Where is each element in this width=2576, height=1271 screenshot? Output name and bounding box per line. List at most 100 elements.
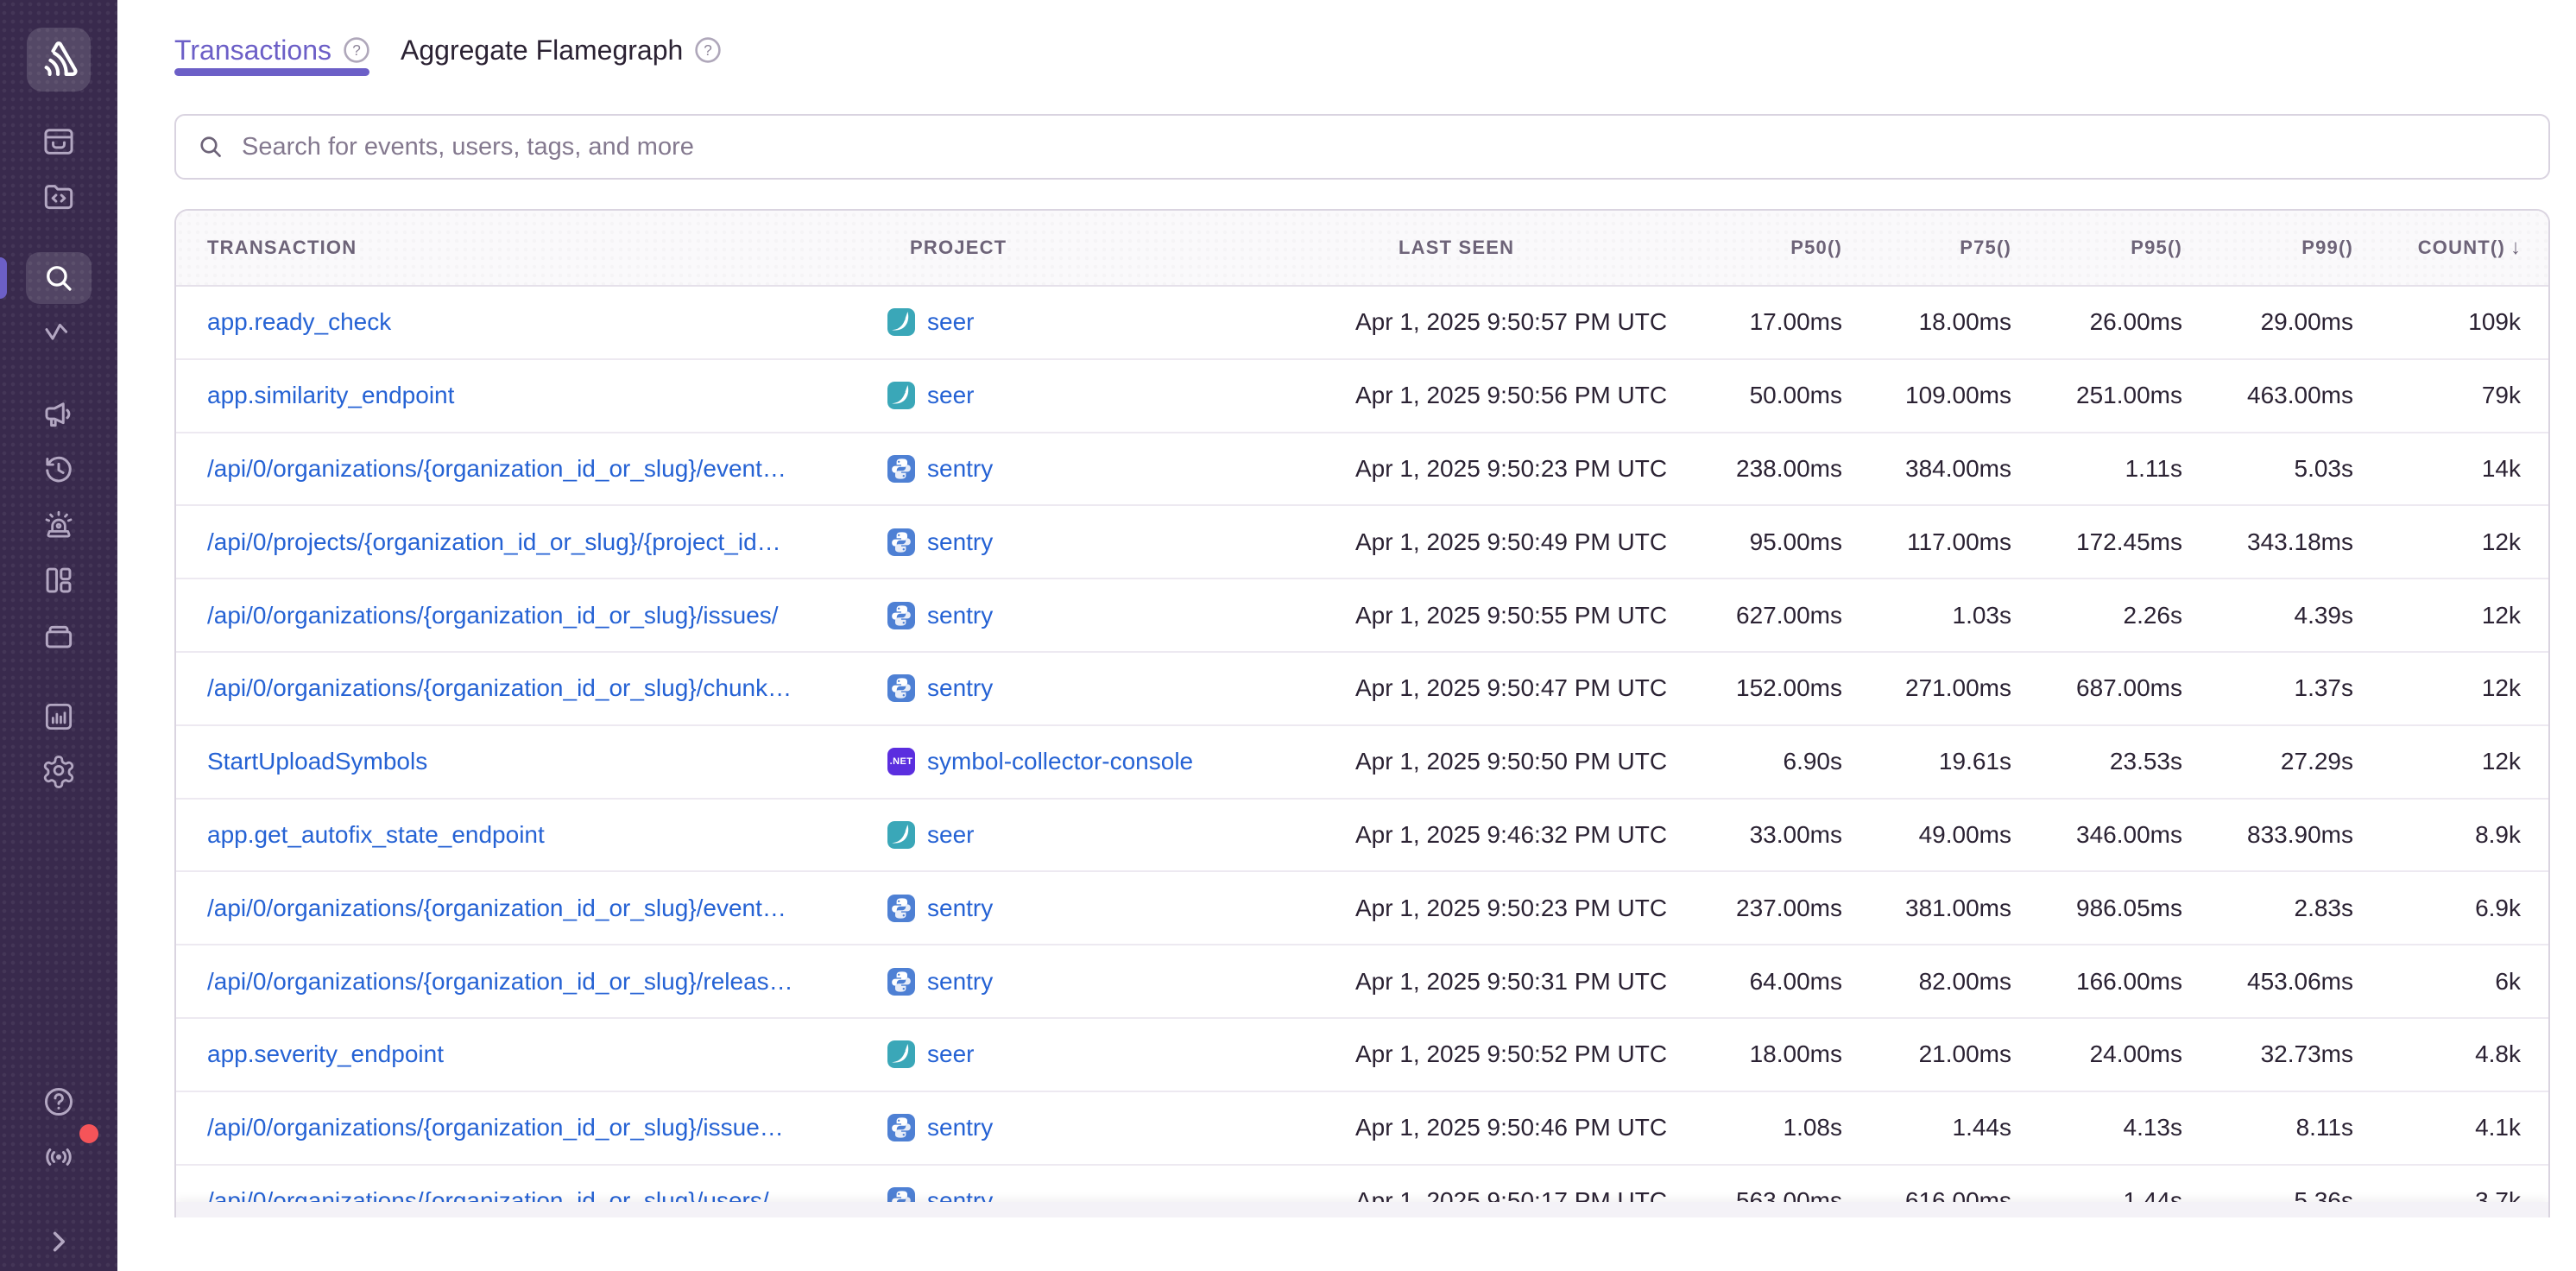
project-link[interactable]: symbol-collector-console xyxy=(927,748,1193,775)
p50-value: 627.00ms xyxy=(1721,602,1891,629)
column-header-project[interactable]: PROJECT xyxy=(881,237,1304,259)
p50-value: 33.00ms xyxy=(1721,821,1891,849)
sidebar-item-settings[interactable] xyxy=(26,746,92,798)
project-link[interactable]: sentry xyxy=(927,674,993,702)
sidebar-item-metrics[interactable] xyxy=(26,307,92,359)
column-header-p75[interactable]: P75() xyxy=(1891,237,2060,259)
project-link[interactable]: sentry xyxy=(927,895,993,922)
project-link[interactable]: seer xyxy=(927,308,974,336)
transaction-link[interactable]: app.severity_endpoint xyxy=(207,1040,444,1067)
table-row[interactable]: /api/0/organizations/{organization_id_or… xyxy=(176,872,2548,945)
sidebar-item-alerts[interactable] xyxy=(26,499,92,551)
p95-value: 172.45ms xyxy=(2060,528,2231,556)
transaction-link[interactable]: app.similarity_endpoint xyxy=(207,382,454,408)
project-link[interactable]: sentry xyxy=(927,968,993,996)
project-link[interactable]: sentry xyxy=(927,1114,993,1141)
transaction-link[interactable]: app.ready_check xyxy=(207,308,391,335)
transaction-link[interactable]: /api/0/projects/{organization_id_or_slug… xyxy=(207,528,781,555)
transaction-link[interactable]: /api/0/organizations/{organization_id_or… xyxy=(207,674,792,701)
p95-value: 166.00ms xyxy=(2060,968,2231,996)
org-logo-button[interactable] xyxy=(27,28,91,92)
active-tab-underline xyxy=(174,68,369,76)
code-folder-icon xyxy=(41,179,77,215)
tab-transactions[interactable]: Transactions ? xyxy=(174,24,369,76)
sidebar-item-replays[interactable] xyxy=(26,444,92,496)
p50-value: 17.00ms xyxy=(1721,308,1891,336)
column-header-p95[interactable]: P95() xyxy=(2060,237,2231,259)
transaction-link[interactable]: StartUploadSymbols xyxy=(207,748,427,775)
transaction-link[interactable]: /api/0/organizations/{organization_id_or… xyxy=(207,1114,784,1141)
help-icon[interactable]: ? xyxy=(344,37,369,63)
p75-value: 1.44s xyxy=(1891,1114,2060,1141)
sidebar-item-dashboards[interactable] xyxy=(26,554,92,606)
sidebar xyxy=(0,0,117,1271)
project-platform-icon xyxy=(887,382,915,409)
project-link[interactable]: sentry xyxy=(927,602,993,629)
table-row[interactable]: /api/0/projects/{organization_id_or_slug… xyxy=(176,506,2548,579)
p95-value: 251.00ms xyxy=(2060,382,2231,409)
search-input[interactable] xyxy=(224,116,2548,178)
p75-value: 21.00ms xyxy=(1891,1040,2060,1068)
p50-value: 64.00ms xyxy=(1721,968,1891,996)
main-content: Transactions ? Aggregate Flamegraph ? xyxy=(117,0,2576,1271)
table-row[interactable]: /api/0/organizations/{organization_id_or… xyxy=(176,433,2548,507)
sidebar-collapse-button[interactable] xyxy=(26,1216,92,1268)
transaction-link[interactable]: app.get_autofix_state_endpoint xyxy=(207,821,545,848)
p99-value: 5.03s xyxy=(2231,455,2402,483)
project-link[interactable]: seer xyxy=(927,1040,974,1068)
sidebar-item-whats-new[interactable] xyxy=(26,1131,92,1183)
project-link[interactable]: seer xyxy=(927,382,974,409)
help-icon[interactable]: ? xyxy=(695,37,721,63)
project-link[interactable]: seer xyxy=(927,821,974,849)
question-icon xyxy=(41,1084,77,1120)
count-value: 8.9k xyxy=(2402,821,2548,849)
table-row[interactable]: StartUploadSymbols .NET symbol-collector… xyxy=(176,726,2548,800)
table-row[interactable]: app.severity_endpoint seer Apr 1, 2025 9… xyxy=(176,1019,2548,1092)
project-link[interactable]: sentry xyxy=(927,528,993,556)
p95-value: 23.53s xyxy=(2060,748,2231,775)
project-link[interactable]: sentry xyxy=(927,455,993,483)
transaction-link[interactable]: /api/0/organizations/{organization_id_or… xyxy=(207,602,779,629)
sidebar-item-help[interactable] xyxy=(26,1076,92,1128)
p99-value: 1.37s xyxy=(2231,674,2402,702)
sidebar-item-issues[interactable] xyxy=(26,116,92,168)
project-platform-icon xyxy=(887,308,915,336)
count-value: 79k xyxy=(2402,382,2548,409)
sidebar-item-releases[interactable] xyxy=(26,610,92,661)
tab-aggregate-flamegraph[interactable]: Aggregate Flamegraph ? xyxy=(401,24,721,76)
sidebar-item-search[interactable] xyxy=(26,252,92,304)
column-header-last-seen[interactable]: LAST SEEN xyxy=(1304,237,1721,259)
p95-value: 24.00ms xyxy=(2060,1040,2231,1068)
last-seen-value: Apr 1, 2025 9:50:52 PM UTC xyxy=(1304,1040,1721,1068)
table-row[interactable]: /api/0/organizations/{organization_id_or… xyxy=(176,1092,2548,1166)
column-header-p50[interactable]: P50() xyxy=(1721,237,1891,259)
megaphone-icon xyxy=(41,396,77,433)
project-platform-icon xyxy=(887,968,915,996)
dashboard-icon xyxy=(41,562,77,598)
issues-icon xyxy=(41,123,77,160)
last-seen-value: Apr 1, 2025 9:50:47 PM UTC xyxy=(1304,674,1721,702)
column-header-transaction[interactable]: TRANSACTION xyxy=(176,237,881,259)
sidebar-item-explore[interactable] xyxy=(26,171,92,223)
transaction-link[interactable]: /api/0/organizations/{organization_id_or… xyxy=(207,895,786,921)
table-row[interactable]: /api/0/organizations/{organization_id_or… xyxy=(176,579,2548,653)
table-row[interactable]: /api/0/organizations/{organization_id_or… xyxy=(176,945,2548,1019)
table-row[interactable]: /api/0/organizations/{organization_id_or… xyxy=(176,653,2548,726)
column-header-p99[interactable]: P99() xyxy=(2231,237,2402,259)
sidebar-item-feedback[interactable] xyxy=(26,389,92,440)
table-row[interactable]: app.similarity_endpoint seer Apr 1, 2025… xyxy=(176,360,2548,433)
p99-value: 343.18ms xyxy=(2231,528,2402,556)
search-icon xyxy=(41,260,77,296)
sidebar-item-stats[interactable] xyxy=(26,691,92,743)
table-row[interactable]: app.ready_check seer Apr 1, 2025 9:50:57… xyxy=(176,287,2548,360)
table-body: app.ready_check seer Apr 1, 2025 9:50:57… xyxy=(176,287,2548,1217)
p75-value: 117.00ms xyxy=(1891,528,2060,556)
p50-value: 237.00ms xyxy=(1721,895,1891,922)
p99-value: 833.90ms xyxy=(2231,821,2402,849)
transaction-link[interactable]: /api/0/organizations/{organization_id_or… xyxy=(207,455,786,482)
table-row[interactable]: app.get_autofix_state_endpoint seer Apr … xyxy=(176,800,2548,873)
column-header-count[interactable]: COUNT() ↓ xyxy=(2402,236,2548,260)
transaction-link[interactable]: /api/0/organizations/{organization_id_or… xyxy=(207,968,793,995)
gear-icon xyxy=(41,754,77,790)
p95-value: 687.00ms xyxy=(2060,674,2231,702)
